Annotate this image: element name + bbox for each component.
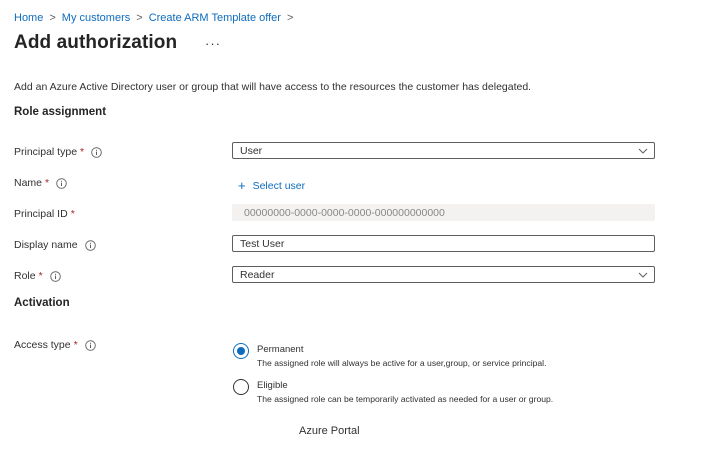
role-label: Role *: [14, 270, 61, 282]
role-label-text: Role: [14, 270, 36, 282]
breadcrumb: Home > My customers > Create ARM Templat…: [14, 12, 299, 24]
principal-id-field: 00000000-0000-0000-0000-000000000000: [232, 204, 655, 221]
principal-type-value: User: [240, 144, 263, 157]
required-marker: *: [70, 208, 75, 220]
display-name-label: Display name: [14, 239, 96, 251]
caption-text: Azure Portal: [299, 425, 360, 437]
more-options-button[interactable]: ···: [205, 36, 221, 51]
plus-icon: +: [238, 178, 246, 193]
required-marker: *: [80, 146, 85, 158]
info-icon[interactable]: [84, 239, 96, 251]
display-name-label-text: Display name: [14, 239, 78, 251]
select-user-link[interactable]: + Select user: [238, 178, 306, 193]
role-assignment-heading: Role assignment: [14, 106, 107, 118]
breadcrumb-my-customers-link[interactable]: My customers: [62, 12, 130, 24]
breadcrumb-separator: >: [49, 12, 56, 24]
role-dropdown[interactable]: Reader: [232, 266, 655, 283]
access-type-permanent-option[interactable]: Permanent The assigned role will always …: [233, 342, 546, 368]
required-marker: *: [45, 177, 50, 189]
name-label: Name *: [14, 177, 67, 189]
activation-heading: Activation: [14, 297, 70, 309]
principal-type-label: Principal type *: [14, 146, 102, 158]
info-icon[interactable]: [91, 146, 102, 158]
chevron-down-icon: [638, 146, 648, 156]
breadcrumb-home-link[interactable]: Home: [14, 12, 43, 24]
eligible-description: The assigned role can be temporarily act…: [257, 394, 554, 404]
info-icon[interactable]: [49, 270, 61, 282]
permanent-description: The assigned role will always be active …: [257, 358, 547, 368]
permanent-radio[interactable]: [233, 343, 249, 359]
name-label-text: Name: [14, 177, 43, 189]
principal-id-label-text: Principal ID: [14, 208, 68, 220]
eligible-title: Eligible: [257, 380, 288, 391]
select-user-text: Select user: [252, 180, 306, 192]
access-type-eligible-option[interactable]: Eligible The assigned role can be tempor…: [233, 378, 553, 404]
required-marker: *: [73, 339, 78, 351]
access-type-label-text: Access type: [14, 339, 71, 351]
required-marker: *: [38, 270, 43, 282]
info-icon[interactable]: [56, 177, 67, 189]
display-name-value: Test User: [240, 237, 285, 250]
role-value: Reader: [240, 268, 275, 281]
access-type-label: Access type *: [14, 339, 96, 351]
breadcrumb-create-arm-template-link[interactable]: Create ARM Template offer: [149, 12, 281, 24]
principal-id-value: 00000000-0000-0000-0000-000000000000: [244, 206, 445, 219]
info-icon[interactable]: [84, 339, 96, 351]
breadcrumb-separator: >: [286, 12, 294, 24]
permanent-title: Permanent: [257, 344, 304, 355]
page-title: Add authorization: [14, 32, 178, 53]
display-name-input[interactable]: Test User: [232, 235, 655, 252]
chevron-down-icon: [638, 270, 648, 280]
principal-type-label-text: Principal type: [14, 146, 78, 158]
eligible-radio[interactable]: [233, 379, 249, 395]
principal-type-dropdown[interactable]: User: [232, 142, 655, 159]
principal-id-label: Principal ID *: [14, 208, 75, 220]
breadcrumb-separator: >: [136, 12, 143, 24]
page-description: Add an Azure Active Directory user or gr…: [14, 81, 532, 93]
